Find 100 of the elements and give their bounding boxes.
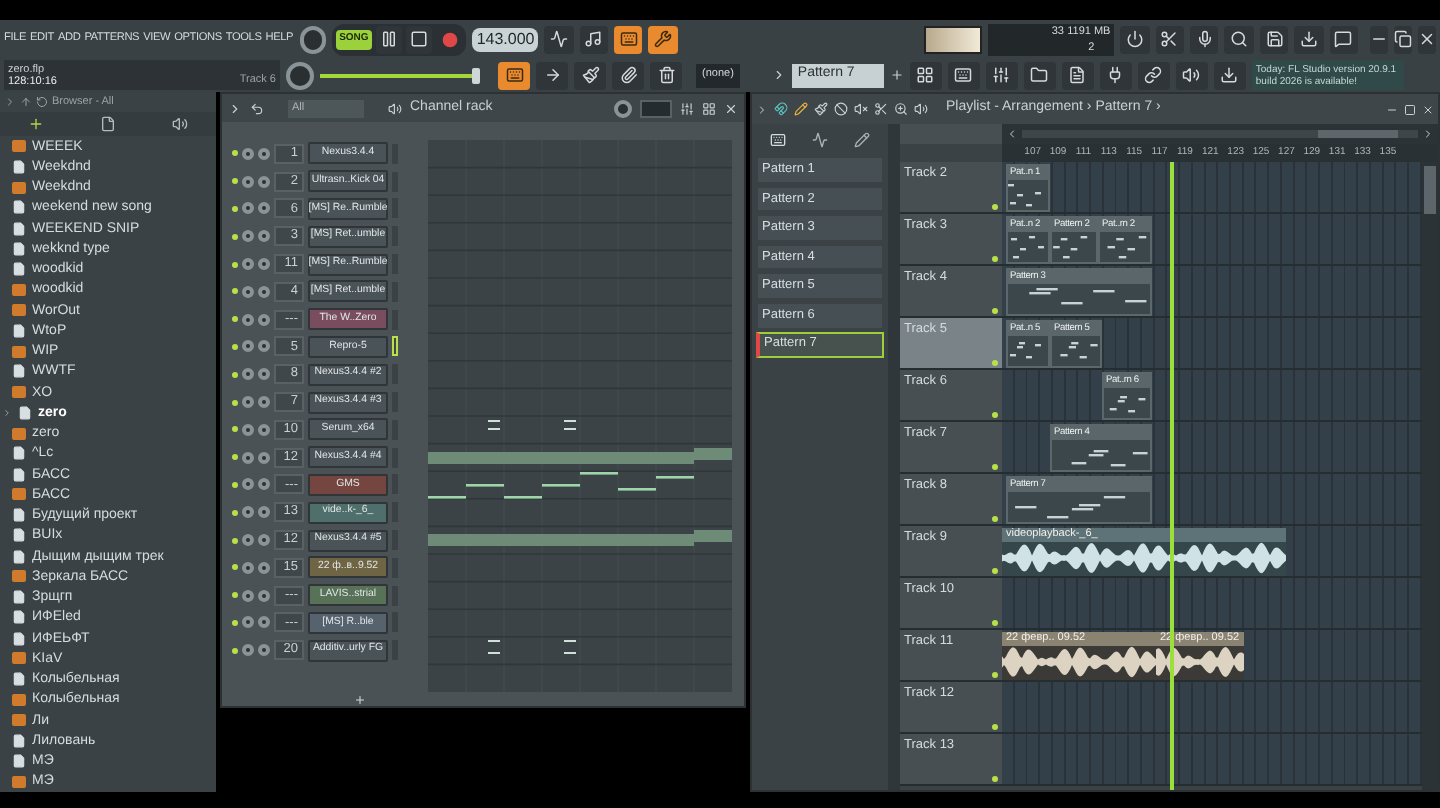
channel-led[interactable] (232, 371, 238, 378)
wrench-button[interactable] (648, 25, 678, 53)
pan-knob[interactable] (242, 616, 254, 629)
pencil-icon[interactable] (794, 102, 808, 116)
pan-knob[interactable] (242, 175, 254, 188)
stop-button[interactable] (406, 25, 433, 53)
piano-button[interactable] (498, 61, 530, 89)
channel-select-indicator[interactable] (392, 336, 398, 357)
arrow-button[interactable] (536, 61, 568, 89)
volume-knob[interactable] (258, 423, 270, 436)
volume-knob[interactable] (258, 644, 270, 657)
track-led[interactable] (992, 776, 998, 782)
main-volume-knob[interactable] (299, 25, 326, 53)
pan-knob[interactable] (242, 478, 254, 491)
track-led[interactable] (992, 360, 998, 366)
channel-led[interactable] (232, 261, 238, 268)
pan-knob[interactable] (242, 147, 254, 160)
piano-icon[interactable] (769, 132, 786, 148)
search-button[interactable] (1224, 25, 1254, 53)
volume-knob[interactable] (258, 147, 270, 160)
track-led[interactable] (992, 464, 998, 470)
scissors-button[interactable] (1155, 25, 1185, 53)
volume-knob[interactable] (258, 478, 270, 491)
slider-thumb[interactable] (471, 67, 480, 83)
previous-pattern-icon[interactable] (771, 68, 786, 82)
channel-led[interactable] (232, 647, 238, 654)
pan-knob[interactable] (242, 285, 254, 298)
brush-icon[interactable] (814, 102, 828, 116)
channel-led[interactable] (232, 399, 238, 406)
export-button[interactable] (1294, 25, 1324, 53)
pan-knob[interactable] (242, 589, 254, 602)
volume-knob[interactable] (258, 451, 270, 464)
track-led[interactable] (992, 256, 998, 262)
pan-knob[interactable] (242, 258, 254, 271)
up-icon[interactable] (20, 96, 32, 108)
file-icon[interactable] (100, 116, 116, 132)
volume-knob[interactable] (258, 368, 270, 381)
folder-caret-icon[interactable] (2, 407, 12, 418)
volume-knob[interactable] (258, 313, 270, 326)
plus-icon[interactable] (28, 116, 44, 132)
bin-button[interactable] (650, 61, 682, 89)
volume-knob[interactable] (258, 561, 270, 574)
expand-icon[interactable] (228, 101, 242, 115)
volume-knob[interactable] (258, 340, 270, 353)
pan-knob[interactable] (242, 368, 254, 381)
mute-icon[interactable] (854, 102, 868, 116)
volume-knob[interactable] (258, 589, 270, 602)
swing-knob[interactable] (614, 99, 632, 117)
pan-knob[interactable] (242, 506, 254, 519)
magnet-icon[interactable] (774, 102, 788, 116)
channel-led[interactable] (232, 592, 238, 599)
audio-icon[interactable] (811, 132, 828, 148)
slice-icon[interactable] (874, 102, 888, 116)
track-led[interactable] (992, 724, 998, 730)
scroll-left-icon[interactable] (1006, 128, 1018, 140)
playlist-button[interactable] (909, 61, 942, 89)
close-button[interactable] (1418, 25, 1437, 53)
speaker-icon[interactable] (172, 116, 188, 132)
minimize-button[interactable] (1370, 25, 1389, 53)
undo-icon[interactable] (250, 101, 264, 115)
channel-led[interactable] (232, 178, 238, 185)
master-pitch-slider[interactable] (320, 65, 480, 85)
keyboard-button[interactable] (614, 25, 643, 53)
paperclip-button[interactable] (612, 61, 644, 89)
channel-led[interactable] (232, 316, 238, 323)
volume-knob[interactable] (258, 616, 270, 629)
channel-led[interactable] (232, 205, 238, 212)
note-button[interactable] (579, 25, 609, 53)
track-led[interactable] (992, 568, 998, 574)
delete-icon[interactable] (834, 102, 848, 116)
document-button[interactable] (1061, 61, 1094, 89)
pan-knob[interactable] (242, 313, 254, 326)
link-button[interactable] (1137, 61, 1170, 89)
pan-knob[interactable] (242, 423, 254, 436)
volume-knob[interactable] (258, 230, 270, 243)
track-led[interactable] (992, 412, 998, 418)
add-channel-icon[interactable] (354, 693, 366, 705)
refresh-icon[interactable] (36, 96, 48, 108)
expand-icon[interactable] (756, 103, 768, 115)
brush-button[interactable] (574, 61, 606, 89)
automation-icon[interactable] (854, 132, 871, 148)
download-button[interactable] (1213, 61, 1246, 89)
vertical-scrollbar[interactable] (1422, 162, 1438, 790)
pitch-knob[interactable] (286, 61, 314, 89)
channel-led[interactable] (232, 564, 238, 571)
maximize-icon[interactable] (1404, 103, 1416, 115)
volume-knob[interactable] (258, 396, 270, 409)
minimize-icon[interactable] (1386, 103, 1398, 115)
track-led[interactable] (992, 516, 998, 522)
grid-icon[interactable] (702, 101, 716, 115)
channel-led[interactable] (232, 343, 238, 350)
channel-led[interactable] (232, 509, 238, 516)
channel-led[interactable] (232, 537, 238, 544)
pattern-list-scrollbar[interactable] (888, 124, 900, 790)
channel-led[interactable] (232, 233, 238, 240)
piano-roll-button[interactable] (947, 61, 980, 89)
speaker-icon[interactable] (914, 102, 928, 116)
add-pattern-icon[interactable] (889, 68, 904, 82)
channel-led[interactable] (232, 454, 238, 461)
track-led[interactable] (992, 308, 998, 314)
